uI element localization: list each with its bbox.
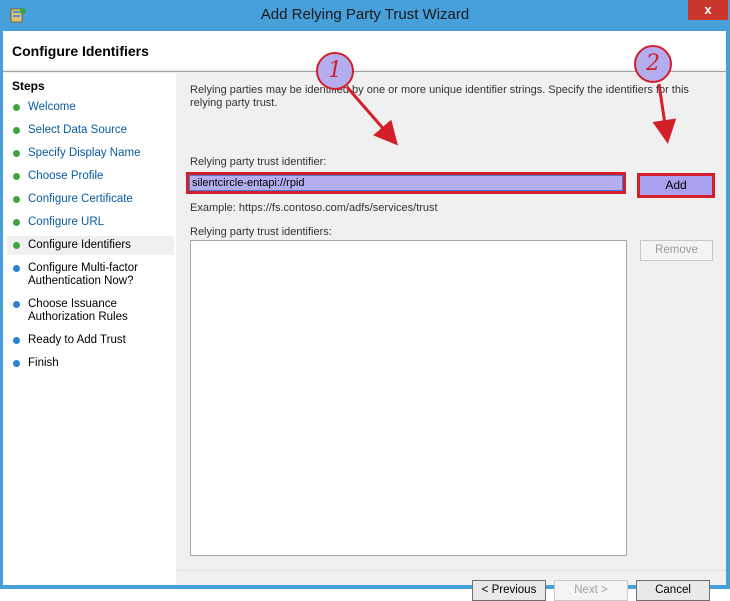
annotation-arrows	[345, 83, 677, 146]
annotation-marker-2: 2	[634, 45, 672, 83]
arrow-to-identifier-input	[345, 86, 398, 146]
arrow-to-add-button	[652, 83, 677, 144]
wizard-window: Add Relying Party Trust Wizard x Configu…	[0, 0, 730, 601]
annotation-marker-1: 1	[316, 52, 354, 90]
